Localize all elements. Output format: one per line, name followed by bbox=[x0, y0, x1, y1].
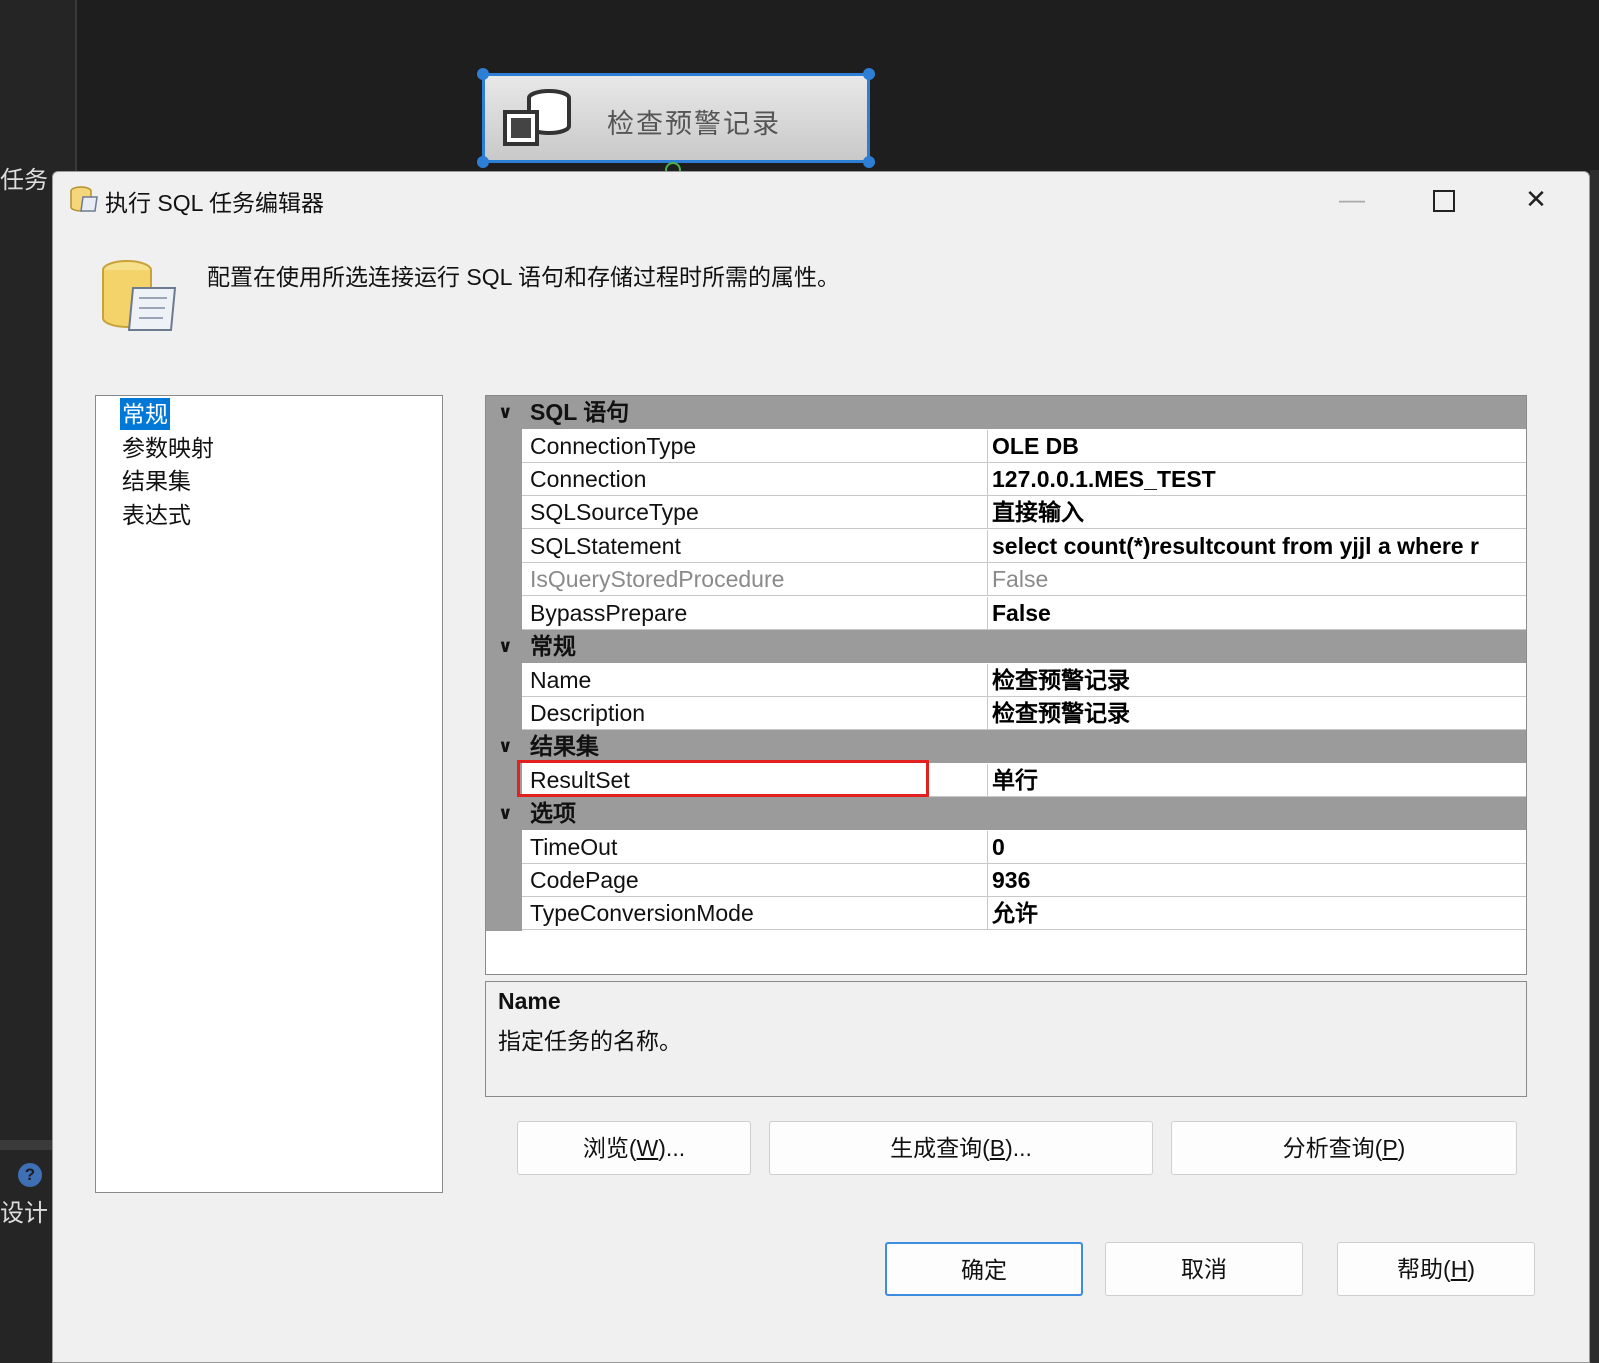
property-row[interactable]: CodePage 936 bbox=[486, 864, 1526, 897]
task-label: 检查预警记录 bbox=[607, 109, 781, 140]
dialog-title: 执行 SQL 任务编辑器 bbox=[105, 190, 324, 216]
property-value[interactable]: select count(*)resultcount from yjjl a w… bbox=[988, 530, 1526, 563]
nav-item-parameter-mapping[interactable]: 参数映射 bbox=[120, 432, 216, 464]
property-value[interactable]: 允许 bbox=[988, 897, 1526, 930]
category-result-set[interactable]: ∨ 结果集 bbox=[486, 730, 1526, 763]
parse-query-accesskey: P bbox=[1382, 1135, 1398, 1161]
property-name: Description bbox=[522, 697, 988, 730]
property-description-title: Name bbox=[498, 988, 561, 1014]
right-panel-edge bbox=[1590, 170, 1599, 1363]
property-name: Name bbox=[522, 664, 988, 697]
property-value[interactable]: 936 bbox=[988, 864, 1526, 897]
parse-query-label-post: ) bbox=[1397, 1135, 1406, 1161]
browse-button[interactable]: 浏览(W)... bbox=[517, 1121, 751, 1175]
maximize-button[interactable] bbox=[1409, 176, 1479, 222]
minimize-button[interactable]: — bbox=[1317, 176, 1387, 222]
property-row[interactable]: BypassPrepare False bbox=[486, 597, 1526, 630]
nav-item-result-set[interactable]: 结果集 bbox=[120, 465, 193, 497]
property-value[interactable]: 直接输入 bbox=[988, 496, 1526, 529]
property-description-panel: Name 指定任务的名称。 bbox=[485, 981, 1527, 1097]
nav-item-general[interactable]: 常规 bbox=[120, 398, 170, 430]
help-accesskey: H bbox=[1450, 1256, 1468, 1282]
close-button[interactable]: ✕ bbox=[1501, 176, 1571, 222]
category-label: 结果集 bbox=[530, 733, 599, 759]
category-general[interactable]: ∨ 常规 bbox=[486, 630, 1526, 663]
category-label: 常规 bbox=[530, 633, 576, 659]
property-value: False bbox=[988, 563, 1526, 596]
resize-handle[interactable] bbox=[477, 68, 489, 80]
chevron-down-icon[interactable]: ∨ bbox=[498, 730, 513, 763]
property-name: TimeOut bbox=[522, 831, 988, 864]
chevron-down-icon[interactable]: ∨ bbox=[498, 396, 513, 429]
page-nav-list: 常规 参数映射 结果集 表达式 bbox=[95, 395, 443, 1193]
property-value[interactable]: 检查预警记录 bbox=[988, 664, 1526, 697]
property-description-text: 指定任务的名称。 bbox=[498, 1028, 682, 1054]
property-name: BypassPrepare bbox=[522, 597, 988, 630]
parse-query-button[interactable]: 分析查询(P) bbox=[1171, 1121, 1517, 1175]
property-name: ConnectionType bbox=[522, 430, 988, 463]
property-value[interactable]: 单行 bbox=[988, 764, 1526, 797]
parse-query-label-pre: 分析查询( bbox=[1282, 1135, 1383, 1161]
dialog-description: 配置在使用所选连接运行 SQL 语句和存储过程时所需的属性。 bbox=[207, 264, 840, 290]
resize-handle[interactable] bbox=[863, 68, 875, 80]
sql-task-icon bbox=[503, 89, 571, 146]
property-row[interactable]: TimeOut 0 bbox=[486, 831, 1526, 864]
cancel-button[interactable]: 取消 bbox=[1105, 1242, 1303, 1296]
property-value[interactable]: False bbox=[988, 597, 1526, 630]
property-row[interactable]: ConnectionType OLE DB bbox=[486, 430, 1526, 463]
property-row[interactable]: Description 检查预警记录 bbox=[486, 697, 1526, 730]
build-query-label-pre: 生成查询( bbox=[890, 1135, 990, 1161]
property-name: CodePage bbox=[522, 864, 988, 897]
property-row[interactable]: Connection 127.0.0.1.MES_TEST bbox=[486, 463, 1526, 496]
property-value[interactable]: 检查预警记录 bbox=[988, 697, 1526, 730]
property-name: SQLSourceType bbox=[522, 496, 988, 529]
category-label: SQL 语句 bbox=[530, 399, 630, 425]
property-row[interactable]: Name 检查预警记录 bbox=[486, 664, 1526, 697]
help-label-post: ) bbox=[1467, 1256, 1475, 1282]
build-query-button[interactable]: 生成查询(B)... bbox=[769, 1121, 1153, 1175]
browse-label-pre: 浏览( bbox=[582, 1135, 637, 1161]
property-value[interactable]: 127.0.0.1.MES_TEST bbox=[988, 463, 1526, 496]
category-options[interactable]: ∨ 选项 bbox=[486, 797, 1526, 830]
property-grid: ∨ SQL 语句 ConnectionType OLE DB Connectio… bbox=[485, 395, 1527, 975]
ok-button[interactable]: 确定 bbox=[885, 1242, 1083, 1296]
property-name: SQLStatement bbox=[522, 530, 988, 563]
browse-label-post: )... bbox=[658, 1135, 686, 1161]
category-sql-statement[interactable]: ∨ SQL 语句 bbox=[486, 396, 1526, 429]
chevron-down-icon[interactable]: ∨ bbox=[498, 630, 513, 663]
property-value[interactable]: 0 bbox=[988, 831, 1526, 864]
database-scroll-icon bbox=[102, 260, 177, 331]
category-label: 选项 bbox=[530, 800, 576, 826]
property-row[interactable]: TypeConversionMode 允许 bbox=[486, 897, 1526, 930]
sql-scroll-icon bbox=[70, 186, 98, 212]
resultset-highlight-box bbox=[517, 760, 929, 797]
panel-divider bbox=[0, 1140, 52, 1150]
help-icon[interactable]: ? bbox=[18, 1163, 42, 1187]
browse-accesskey: W bbox=[636, 1135, 659, 1161]
help-label-pre: 帮助( bbox=[1397, 1256, 1451, 1282]
help-button[interactable]: 帮助(H) bbox=[1337, 1242, 1535, 1296]
maximize-icon bbox=[1433, 190, 1455, 213]
build-query-accesskey: B bbox=[989, 1135, 1006, 1161]
execute-sql-task-editor-dialog: 执行 SQL 任务编辑器 — ✕ 配置在使用所选连接运行 SQL 语句和存储过程… bbox=[52, 171, 1590, 1363]
sql-task-node[interactable]: 检查预警记录 bbox=[477, 68, 875, 168]
property-row: IsQueryStoredProcedure False bbox=[486, 563, 1526, 596]
property-row[interactable]: SQLStatement select count(*)resultcount … bbox=[486, 530, 1526, 563]
property-row[interactable]: SQLSourceType 直接输入 bbox=[486, 496, 1526, 529]
property-name: IsQueryStoredProcedure bbox=[522, 563, 988, 596]
build-query-label-post: )... bbox=[1005, 1135, 1032, 1161]
toolbox-label: 任务 bbox=[0, 167, 48, 194]
resize-handle[interactable] bbox=[477, 156, 489, 168]
resize-handle[interactable] bbox=[863, 156, 875, 168]
design-label: 设计 bbox=[0, 1200, 48, 1227]
property-name: Connection bbox=[522, 463, 988, 496]
property-name: TypeConversionMode bbox=[522, 897, 988, 930]
nav-item-expressions[interactable]: 表达式 bbox=[120, 499, 193, 531]
chevron-down-icon[interactable]: ∨ bbox=[498, 797, 513, 830]
property-value[interactable]: OLE DB bbox=[988, 430, 1526, 463]
